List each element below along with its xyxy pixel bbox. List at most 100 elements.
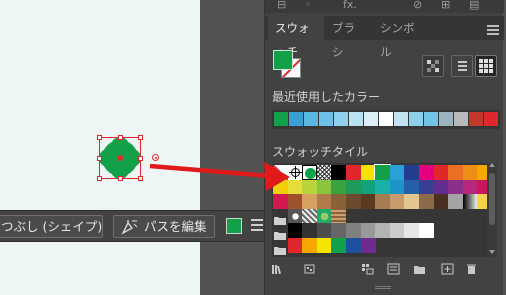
swatch-tile[interactable] xyxy=(360,179,376,195)
swatch-tile[interactable] xyxy=(404,179,420,195)
swatch-tile[interactable] xyxy=(287,238,303,253)
swatch-registration[interactable] xyxy=(287,165,303,180)
trash-icon[interactable]: ▤ xyxy=(469,0,479,11)
delete-swatch-icon[interactable] xyxy=(465,263,478,275)
swatch-tile[interactable] xyxy=(302,179,318,195)
swatch-options-icon[interactable] xyxy=(361,263,374,275)
swatch-tile[interactable] xyxy=(448,179,464,195)
swatch-folder-icon[interactable] xyxy=(274,240,286,255)
swatch-tile[interactable] xyxy=(389,179,405,195)
swatch-pattern[interactable] xyxy=(316,165,332,180)
recent-color-swatch[interactable] xyxy=(364,112,378,126)
swatch-tile[interactable] xyxy=(404,194,420,210)
swatch-tile[interactable] xyxy=(331,165,347,180)
swatch-tile[interactable] xyxy=(273,179,288,195)
swatch-tile[interactable] xyxy=(448,194,464,210)
recent-color-swatch[interactable] xyxy=(424,112,438,126)
list-view-button[interactable] xyxy=(451,55,473,77)
swatch-gradient[interactable] xyxy=(462,194,478,210)
swatch-library-icon[interactable] xyxy=(271,263,284,275)
swatch-folder-icon[interactable] xyxy=(274,210,286,225)
swatch-tile[interactable] xyxy=(404,165,420,180)
swatch-tile[interactable] xyxy=(462,165,478,180)
swatch-tile[interactable] xyxy=(433,179,449,195)
panel-menu-icon[interactable] xyxy=(487,25,499,37)
recent-color-swatch[interactable] xyxy=(379,112,393,126)
swatch-tile[interactable] xyxy=(375,179,391,195)
swatch-none[interactable] xyxy=(273,165,288,180)
handle-middle-right[interactable] xyxy=(138,156,143,161)
swatch-tile[interactable] xyxy=(346,165,361,180)
swatch-tile[interactable] xyxy=(346,194,361,210)
panel-resize-grip[interactable] xyxy=(375,286,391,290)
shape-mode-button[interactable]: つぶし (シェイプ) xyxy=(0,215,103,238)
fill-color-swatch[interactable] xyxy=(226,218,242,234)
swatch-tile[interactable] xyxy=(287,223,303,239)
handle-middle-left[interactable] xyxy=(97,156,102,161)
swatch-pattern-tile[interactable] xyxy=(316,208,332,224)
recent-color-swatch[interactable] xyxy=(349,112,363,126)
handle-top-middle[interactable] xyxy=(118,135,123,140)
swatch-tile[interactable] xyxy=(302,238,318,253)
recent-color-swatch[interactable] xyxy=(484,112,498,126)
swatch-selected-green[interactable] xyxy=(302,165,318,180)
swatch-tile[interactable] xyxy=(389,194,405,210)
scroll-down-arrow[interactable] xyxy=(489,250,495,254)
new-item-icon[interactable]: ⊞ xyxy=(441,0,450,11)
swatch-tile[interactable] xyxy=(433,194,449,210)
handle-bottom-middle[interactable] xyxy=(118,176,123,181)
handle-bottom-left[interactable] xyxy=(97,176,102,181)
swatch-tile[interactable] xyxy=(302,194,318,210)
control-bar-menu-icon[interactable] xyxy=(251,219,263,233)
swatch-tile[interactable] xyxy=(375,223,391,239)
handle-bottom-right[interactable] xyxy=(138,176,143,181)
color-group-icon[interactable] xyxy=(387,263,400,275)
tab-swatches[interactable]: スウォッチ xyxy=(268,16,324,59)
swatch-tile[interactable] xyxy=(331,194,347,210)
swatch-tile[interactable] xyxy=(389,165,405,180)
swatch-tile[interactable] xyxy=(419,179,434,195)
layer-icon[interactable]: ⊟ xyxy=(277,0,286,11)
swatch-tile[interactable] xyxy=(360,238,376,253)
swatch-tile[interactable] xyxy=(404,223,420,239)
recent-color-swatch[interactable] xyxy=(469,112,483,126)
swatch-tile[interactable] xyxy=(360,194,376,210)
recent-color-swatch[interactable] xyxy=(319,112,333,126)
rotate-handle[interactable] xyxy=(152,154,159,161)
swatch-tile[interactable] xyxy=(316,238,332,253)
recent-color-swatch[interactable] xyxy=(394,112,408,126)
swatch-tile[interactable] xyxy=(462,179,478,195)
recent-color-swatch[interactable] xyxy=(289,112,303,126)
recent-color-swatch[interactable] xyxy=(439,112,453,126)
visibility-icon[interactable]: ◦ xyxy=(305,0,312,11)
swatch-tile[interactable] xyxy=(374,164,392,181)
swatch-tile[interactable] xyxy=(419,165,434,180)
swatch-pattern-tile[interactable] xyxy=(331,208,347,224)
swatch-tile[interactable] xyxy=(273,194,288,210)
recent-color-swatch[interactable] xyxy=(409,112,423,126)
scroll-thumb[interactable] xyxy=(489,173,495,225)
swatch-folder-icon[interactable] xyxy=(274,225,286,240)
swatch-tile[interactable] xyxy=(360,223,376,239)
swatch-tile[interactable] xyxy=(302,223,318,239)
thumbnail-view-button[interactable] xyxy=(475,55,497,77)
swatch-kinds-button[interactable] xyxy=(422,55,444,77)
scroll-up-arrow[interactable] xyxy=(489,163,495,167)
fill-stroke-indicator[interactable] xyxy=(273,50,301,78)
swatch-pattern-tile[interactable] xyxy=(302,208,318,224)
recent-color-swatch[interactable] xyxy=(334,112,348,126)
fx-icon[interactable]: fx. xyxy=(343,0,357,11)
swatch-tile[interactable] xyxy=(419,223,434,239)
swatch-tile[interactable] xyxy=(316,194,332,210)
swatch-tile[interactable] xyxy=(346,223,361,239)
swatch-tile[interactable] xyxy=(287,194,303,210)
swatch-tile[interactable] xyxy=(346,179,361,195)
tab-symbols[interactable]: シンボル xyxy=(373,16,431,59)
handle-top-right[interactable] xyxy=(138,135,143,140)
recent-color-swatch[interactable] xyxy=(274,112,288,126)
swatch-tile[interactable] xyxy=(448,165,464,180)
handle-top-left[interactable] xyxy=(97,135,102,140)
recent-color-swatch[interactable] xyxy=(304,112,318,126)
swatch-tile[interactable] xyxy=(360,165,376,180)
swatch-pattern-tile[interactable] xyxy=(287,208,303,224)
